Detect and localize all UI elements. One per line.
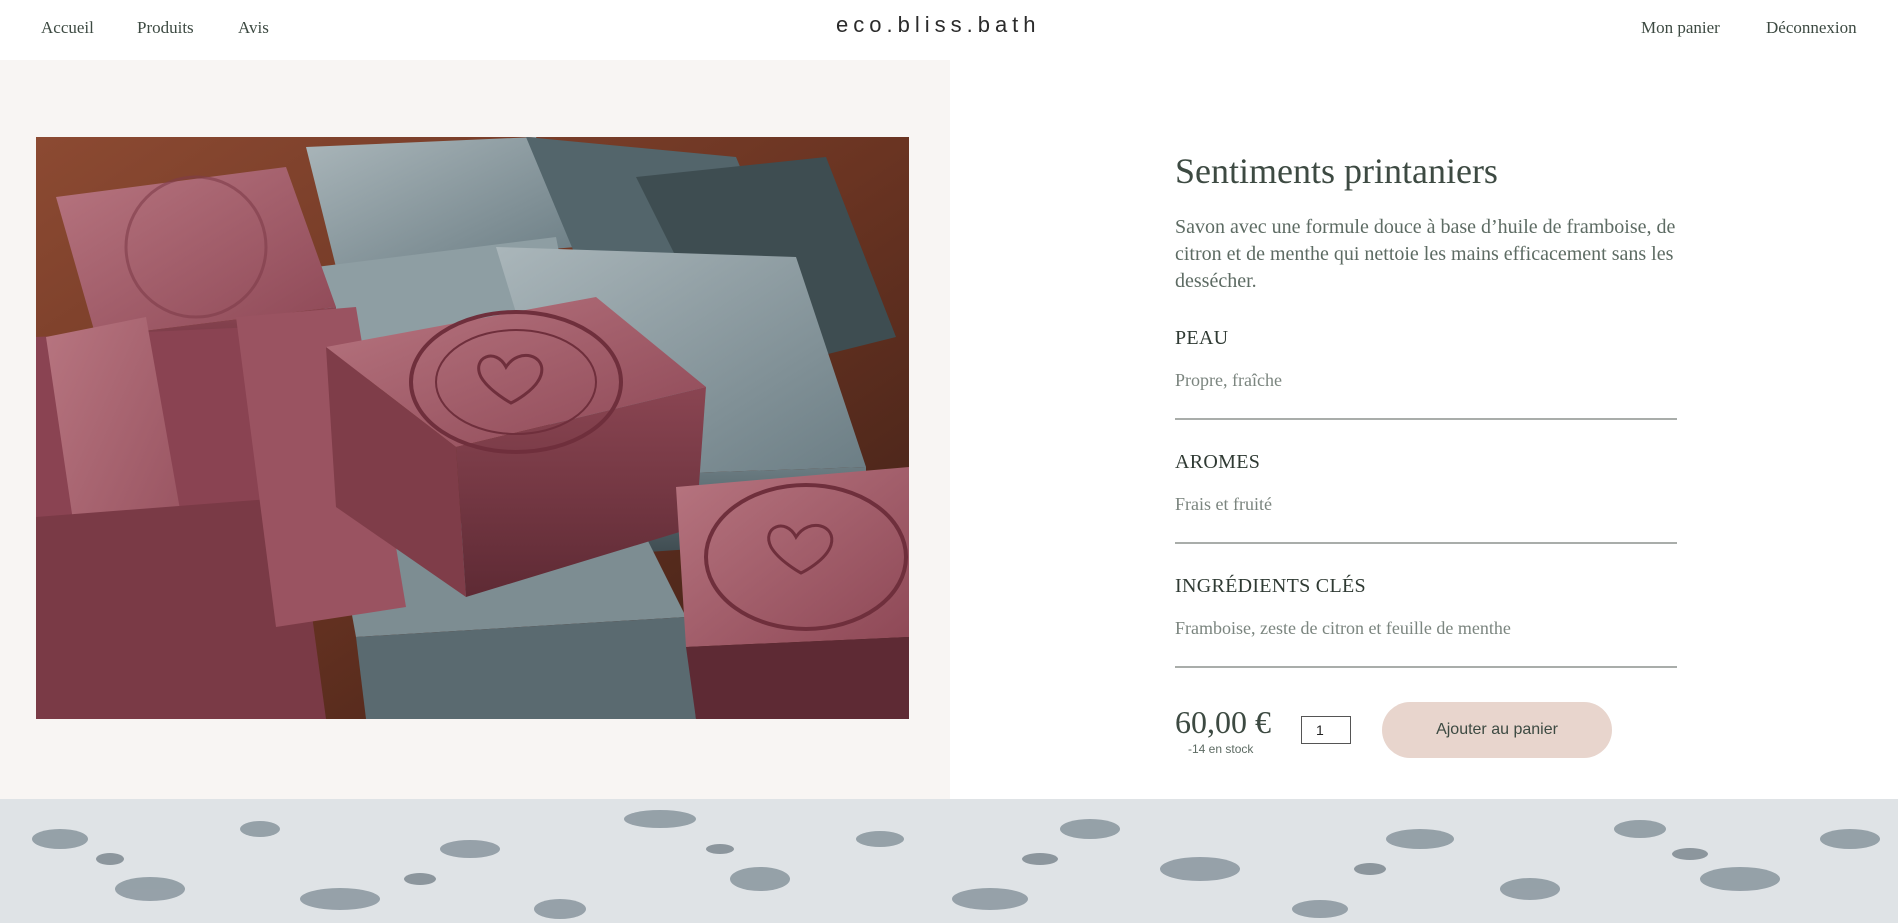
- attribute-value: Frais et fruité: [1175, 494, 1272, 514]
- nav-link-logout[interactable]: Déconnexion: [1766, 18, 1857, 38]
- nav-link-produits[interactable]: Produits: [137, 18, 194, 38]
- nav-link-avis[interactable]: Avis: [238, 18, 269, 38]
- attribute-label: PEAU: [1175, 327, 1229, 349]
- top-navigation: Accueil Produits Avis eco.bliss.bath Mon…: [0, 0, 1898, 60]
- attribute-peau: PEAU Propre, fraîche: [1175, 327, 1677, 420]
- soap-photo-icon: [36, 137, 909, 719]
- nav-link-accueil[interactable]: Accueil: [41, 18, 94, 38]
- attribute-ingredients: INGRÉDIENTS CLÉS Framboise, zeste de cit…: [1175, 575, 1677, 668]
- brand-logo[interactable]: eco.bliss.bath: [836, 12, 1076, 38]
- product-title: Sentiments printaniers: [1175, 151, 1498, 191]
- attribute-value: Framboise, zeste de citron et feuille de…: [1175, 618, 1511, 638]
- attribute-label: AROMES: [1175, 451, 1261, 473]
- add-to-cart-button[interactable]: Ajouter au panier: [1382, 702, 1612, 758]
- foam-banner-image: [0, 799, 1898, 923]
- product-photo: [36, 137, 909, 719]
- attribute-value: Propre, fraîche: [1175, 370, 1282, 390]
- foam-pattern-icon: [0, 799, 1898, 923]
- product-price: 60,00 €: [1175, 704, 1271, 740]
- product-image-panel: [0, 60, 950, 799]
- stock-status: -14 en stock: [1188, 742, 1254, 756]
- quantity-input[interactable]: [1301, 716, 1351, 744]
- attribute-aromes: AROMES Frais et fruité: [1175, 451, 1677, 544]
- attribute-label: INGRÉDIENTS CLÉS: [1175, 575, 1366, 597]
- product-description: Savon avec une formule douce à base d’hu…: [1175, 216, 1676, 292]
- nav-link-cart[interactable]: Mon panier: [1641, 18, 1720, 38]
- product-info: Sentiments printaniers Savon avec une fo…: [1175, 150, 1677, 668]
